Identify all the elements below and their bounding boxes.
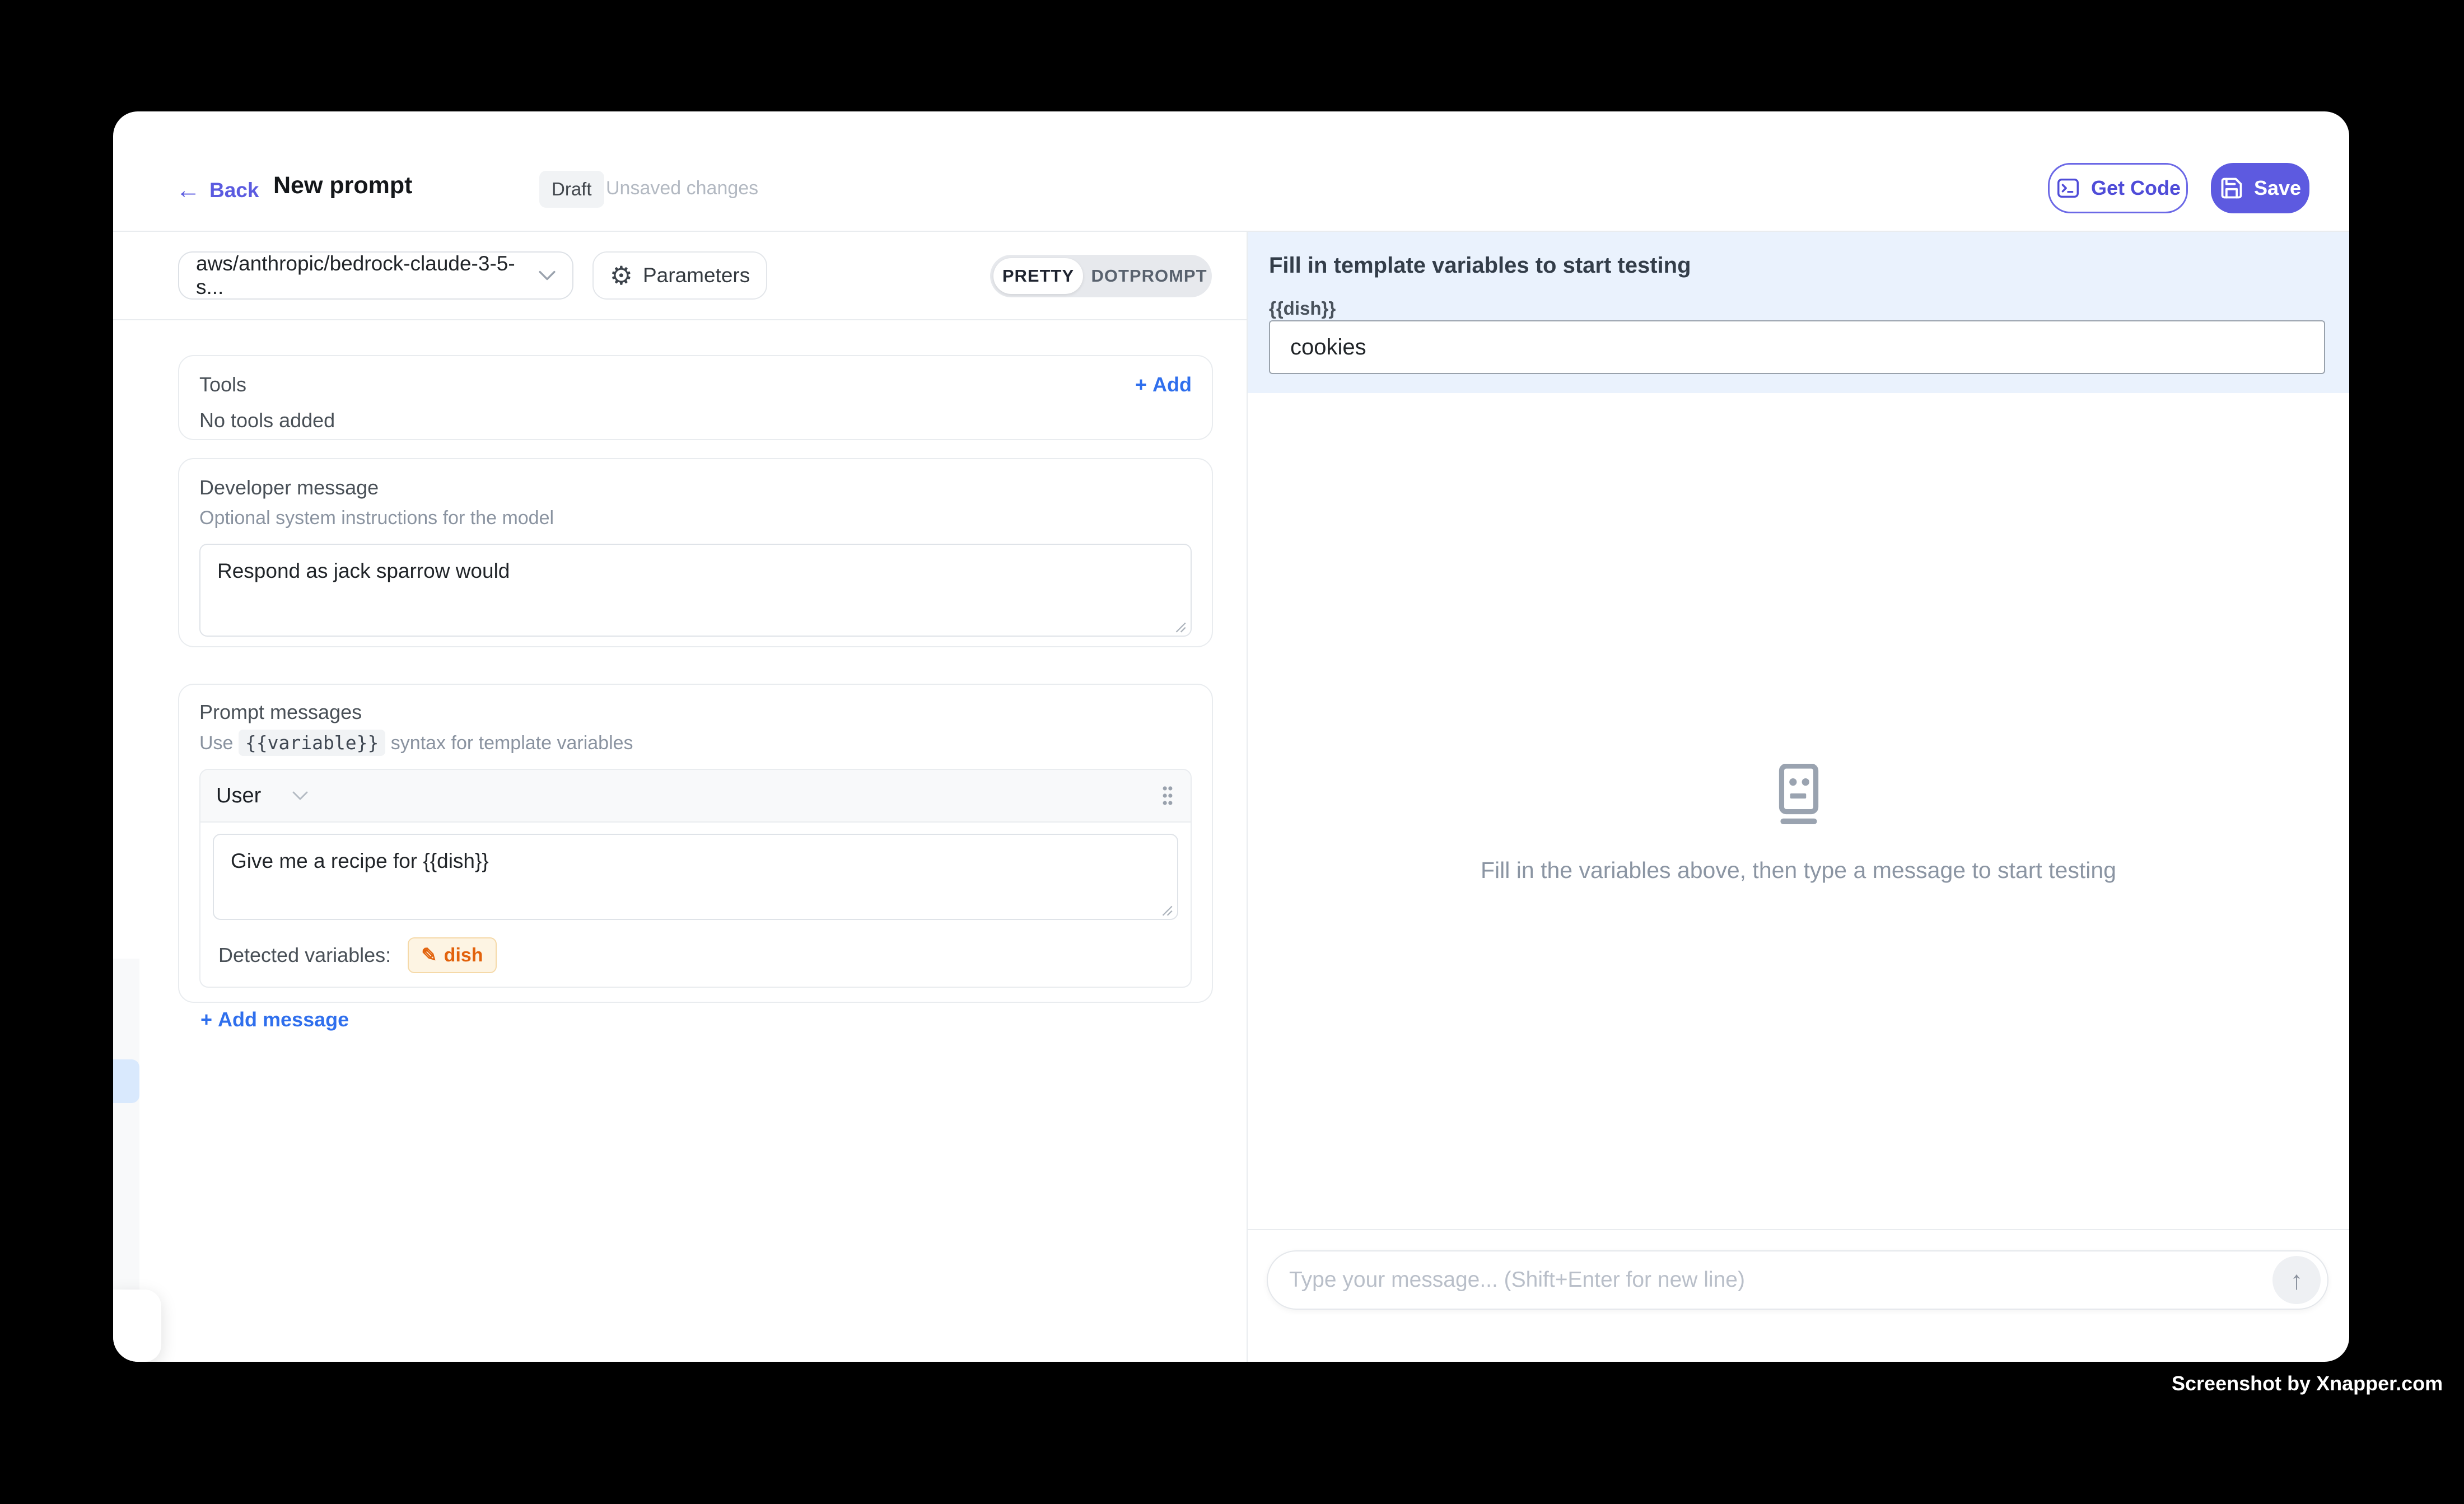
plus-icon: +	[200, 1008, 212, 1031]
tools-empty-text: No tools added	[199, 409, 1192, 432]
unsaved-changes-text: Unsaved changes	[606, 178, 758, 199]
add-tool-button[interactable]: + Add	[1135, 373, 1192, 396]
page-title: New prompt	[273, 172, 412, 199]
robot-face-icon	[1772, 764, 1826, 825]
fill-variables-title: Fill in template variables to start test…	[1269, 253, 1691, 278]
drag-handle-icon[interactable]	[1160, 784, 1175, 807]
save-button[interactable]: Save	[2211, 163, 2309, 213]
back-label: Back	[209, 179, 259, 202]
chat-input-placeholder: Type your message... (Shift+Enter for ne…	[1289, 1268, 1745, 1292]
screenshot-canvas: ← Back New prompt Draft Unsaved changes …	[0, 0, 2464, 1504]
message-header: User	[200, 770, 1191, 823]
app-window: ← Back New prompt Draft Unsaved changes …	[113, 111, 2349, 1362]
pencil-icon: ✎	[421, 944, 437, 966]
left-drawer-sliver	[113, 959, 139, 1290]
message-block: User Give me a	[199, 769, 1192, 988]
chat-empty-state: Fill in the variables above, then type a…	[1248, 764, 2349, 884]
tools-title: Tools	[199, 373, 246, 396]
left-drawer-active-item[interactable]	[113, 1059, 139, 1103]
template-variables-panel: Fill in template variables to start test…	[1248, 232, 2349, 393]
prompt-messages-card: Prompt messages Use {{variable}} syntax …	[178, 684, 1213, 1003]
add-tool-label: Add	[1152, 373, 1192, 396]
get-code-button[interactable]: Get Code	[2048, 163, 2188, 213]
send-button[interactable]: ↑	[2272, 1256, 2321, 1304]
subheader-divider	[113, 319, 1247, 320]
gear-icon: ⚙	[610, 263, 633, 288]
variable-chip-label: dish	[444, 945, 483, 966]
empty-state-text: Fill in the variables above, then type a…	[1248, 857, 2349, 884]
model-selector[interactable]: aws/anthropic/bedrock-claude-3-5-s...	[178, 251, 573, 300]
variable-chip-dish[interactable]: ✎ dish	[408, 937, 496, 973]
resize-grip-icon[interactable]	[1173, 619, 1187, 634]
back-arrow-icon: ←	[176, 178, 200, 203]
role-value: User	[216, 784, 261, 808]
prompt-messages-subtitle: Use {{variable}} syntax for template var…	[199, 732, 1192, 754]
add-message-button[interactable]: + Add message	[199, 1008, 1192, 1031]
developer-message-title: Developer message	[199, 476, 1192, 499]
role-select[interactable]: User	[216, 784, 308, 808]
prompt-messages-title: Prompt messages	[199, 700, 1192, 724]
left-drawer-popover	[113, 1290, 161, 1362]
add-message-label: Add message	[218, 1008, 349, 1031]
resize-grip-icon[interactable]	[1159, 903, 1174, 917]
parameters-label: Parameters	[643, 264, 750, 287]
developer-message-card: Developer message Optional system instru…	[178, 458, 1213, 647]
chevron-down-icon	[292, 791, 308, 800]
status-badge: Draft	[539, 171, 604, 208]
back-button[interactable]: ← Back	[176, 165, 259, 216]
variable-name-label: {{dish}}	[1269, 298, 1336, 319]
parameters-button[interactable]: ⚙ Parameters	[592, 251, 767, 300]
developer-message-subtitle: Optional system instructions for the mod…	[199, 507, 1192, 529]
watermark-text: Screenshot by Xnapper.com	[2172, 1372, 2443, 1395]
send-arrow-icon: ↑	[2290, 1265, 2303, 1295]
chat-input-divider	[1248, 1229, 2349, 1230]
toggle-dotprompt[interactable]: DOTPROMPT	[1086, 255, 1212, 297]
tools-card: Tools + Add No tools added	[178, 355, 1213, 440]
terminal-icon	[2055, 175, 2081, 201]
chat-input-bar[interactable]: Type your message... (Shift+Enter for ne…	[1267, 1250, 2328, 1310]
save-label: Save	[2254, 176, 2301, 200]
view-mode-toggle: PRETTY DOTPROMPT	[990, 255, 1212, 297]
toggle-pretty[interactable]: PRETTY	[993, 258, 1083, 294]
subtitle-prefix: Use	[199, 732, 233, 754]
developer-message-textarea[interactable]: Respond as jack sparrow would	[199, 544, 1192, 637]
model-selector-value: aws/anthropic/bedrock-claude-3-5-s...	[196, 252, 539, 299]
subtitle-suffix: syntax for template variables	[391, 732, 633, 754]
variable-syntax-chip: {{variable}}	[239, 730, 385, 756]
chevron-down-icon	[539, 270, 556, 281]
variable-value-input[interactable]	[1269, 320, 2325, 374]
get-code-label: Get Code	[2091, 176, 2181, 200]
user-message-textarea[interactable]: Give me a recipe for {{dish}}	[213, 834, 1178, 920]
plus-icon: +	[1135, 373, 1147, 396]
detected-variables-label: Detected variables:	[218, 943, 391, 967]
save-icon	[2219, 176, 2244, 200]
